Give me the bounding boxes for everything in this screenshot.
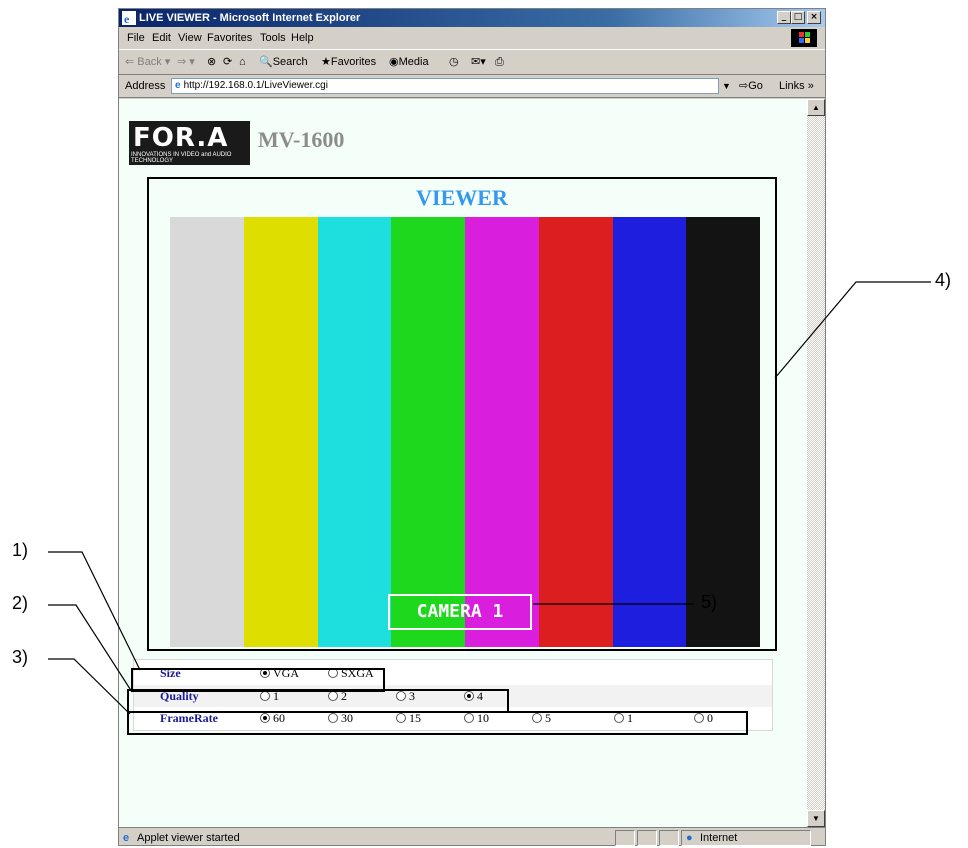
leader-line-1 xyxy=(48,551,141,671)
leader-line-3 xyxy=(48,658,131,715)
callout-leader-lines xyxy=(48,281,931,715)
leader-line-4 xyxy=(774,281,931,379)
leader-line-2 xyxy=(48,604,133,693)
